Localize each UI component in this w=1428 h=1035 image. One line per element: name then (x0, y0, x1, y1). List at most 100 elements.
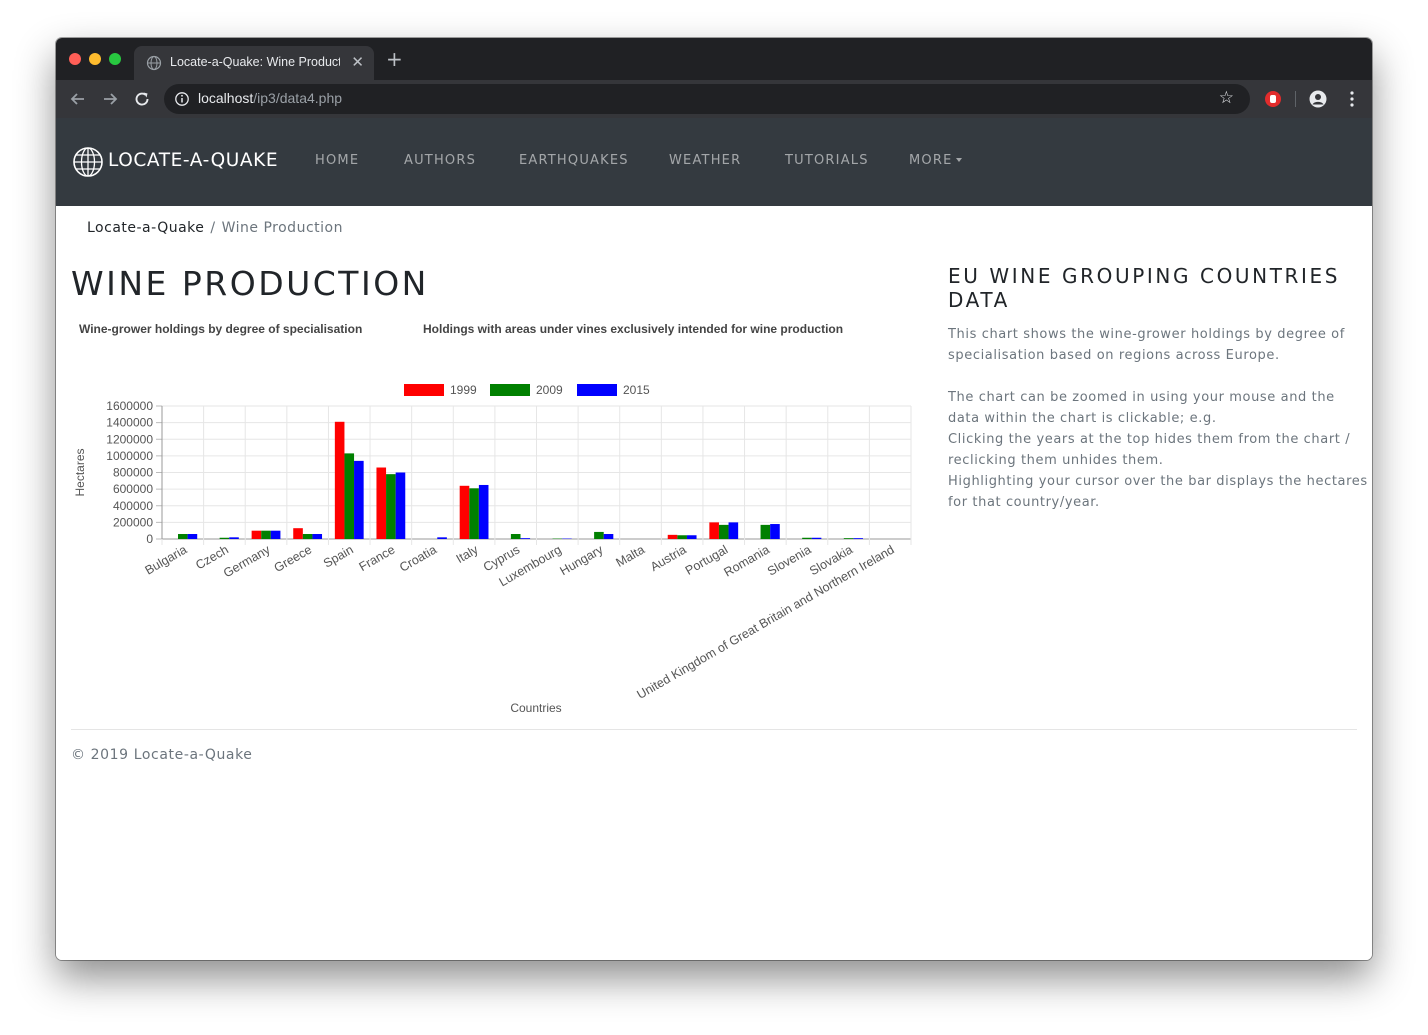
site-navbar: LOCATE-A-QUAKE HOME AUTHORS EARTHQUAKES … (56, 118, 1372, 206)
browser-menu-icon[interactable] (1342, 89, 1362, 109)
chart-bar[interactable] (853, 538, 863, 539)
chart-bar[interactable] (760, 524, 771, 539)
forward-arrow-icon[interactable] (100, 89, 120, 109)
page-title: WINE PRODUCTION (71, 264, 429, 303)
nav-earthquakes[interactable]: EARTHQUAKES (519, 153, 629, 168)
x-tick-label: Spain (321, 542, 356, 570)
breadcrumb-separator: / (210, 220, 216, 236)
wine-production-chart[interactable]: 0 200000 400000 600000 800000 1000000 1200000 1… (72, 346, 916, 718)
x-tick-label: Slovenia (765, 542, 814, 578)
legend-swatch[interactable] (577, 384, 617, 396)
chart-bar[interactable] (334, 421, 345, 539)
y-tick-label: 1200000 (106, 432, 153, 446)
y-tick-label: 1400000 (106, 416, 153, 430)
chart-bar[interactable] (677, 535, 687, 539)
y-tick-label: 600000 (113, 482, 153, 496)
chart-bar[interactable] (686, 535, 697, 539)
brand-name: LOCATE-A-QUAKE (108, 150, 279, 171)
x-tick-label: Croatia (397, 542, 439, 574)
x-tick-label: Portugal (683, 542, 730, 577)
x-tick-label: Austria (648, 542, 689, 574)
tab-title: Locate-a-Quake: Wine Production (170, 55, 340, 69)
x-tick-label: France (357, 542, 398, 574)
nav-weather[interactable]: WEATHER (669, 153, 741, 168)
chart-bar[interactable] (344, 453, 355, 539)
legend-swatch[interactable] (490, 384, 530, 396)
chart-bar[interactable] (312, 534, 323, 539)
page-content: Locate-a-Quake / Wine Production WINE PROD… (56, 206, 1372, 960)
chart-bar[interactable] (718, 524, 729, 539)
chart-bar[interactable] (520, 538, 531, 539)
chart-bar[interactable] (603, 534, 614, 539)
browser-tab[interactable]: Locate-a-Quake: Wine Production ✕ (134, 46, 374, 80)
extension-icon[interactable] (1264, 90, 1282, 108)
legend-label[interactable]: 1999 (450, 383, 477, 397)
url-host: localhost (198, 90, 254, 106)
footer-copyright: © 2019 Locate-a-Quake (71, 747, 253, 763)
y-axis-label: Hectares (73, 448, 87, 496)
chart-bar[interactable] (386, 474, 396, 539)
nav-more-label: MORE (909, 153, 953, 168)
breadcrumb-home-link[interactable]: Locate-a-Quake (87, 220, 204, 236)
y-tick-label: 400000 (113, 499, 153, 513)
back-arrow-icon[interactable] (68, 89, 88, 109)
chart-bar[interactable] (510, 534, 521, 539)
chart-bar[interactable] (270, 530, 281, 539)
chart-subtitle: Holdings with areas under vines exclusiv… (423, 322, 844, 336)
sidebar-title: EU WINE GROUPING COUNTRIES DATA (948, 264, 1341, 312)
nav-tutorials[interactable]: TUTORIALS (785, 153, 869, 168)
chart-bar[interactable] (469, 488, 479, 539)
close-tab-icon[interactable]: ✕ (351, 53, 364, 71)
chart-bar[interactable] (261, 530, 271, 539)
address-bar[interactable]: localhost/ip3/data4.php ☆ (164, 84, 1250, 114)
breadcrumb: Locate-a-Quake / Wine Production (87, 220, 343, 236)
chart-bar[interactable] (178, 534, 188, 539)
chart-bar[interactable] (354, 460, 364, 539)
y-tick-label: 800000 (113, 466, 153, 480)
chart-bar[interactable] (187, 534, 198, 539)
nav-authors[interactable]: AUTHORS (404, 153, 476, 168)
chart-bar[interactable] (811, 537, 822, 539)
bookmark-star-icon[interactable]: ☆ (1219, 88, 1234, 108)
chart-bar[interactable] (709, 522, 719, 539)
chart-bar[interactable] (459, 485, 470, 539)
footer-divider (71, 729, 1357, 730)
chart-bar[interactable] (219, 537, 230, 539)
legend-label[interactable]: 2009 (536, 383, 563, 397)
chart-bar[interactable] (770, 524, 780, 539)
chart-bar[interactable] (667, 534, 678, 539)
chart-bar[interactable] (437, 537, 447, 539)
chart-bar[interactable] (843, 538, 854, 539)
legend-swatch[interactable] (404, 384, 444, 396)
x-tick-label: Greece (272, 542, 315, 575)
chart-bar[interactable] (478, 484, 489, 539)
maximize-window-button[interactable] (109, 53, 121, 65)
chart-bar[interactable] (229, 537, 239, 539)
sidebar-hover-note: Highlighting your cursor over the bar di… (948, 474, 1368, 510)
profile-icon[interactable] (1308, 89, 1328, 109)
chart-bar[interactable] (395, 472, 406, 540)
x-tick-label: Malta (614, 542, 648, 569)
nav-more-dropdown[interactable]: MORE (909, 153, 962, 168)
toolbar-divider (1295, 91, 1296, 107)
x-tick-label: Hungary (557, 542, 606, 578)
browser-toolbar: localhost/ip3/data4.php ☆ (56, 80, 1372, 118)
chart-bar[interactable] (728, 522, 739, 539)
minimize-window-button[interactable] (89, 53, 101, 65)
legend-label[interactable]: 2015 (623, 383, 650, 397)
chart-bar[interactable] (302, 534, 313, 539)
chart-bar[interactable] (376, 467, 387, 539)
new-tab-icon[interactable]: + (386, 49, 403, 69)
nav-home[interactable]: HOME (315, 153, 359, 168)
tab-strip: Locate-a-Quake: Wine Production ✕ + (56, 38, 1372, 80)
chart-bar[interactable] (293, 528, 303, 539)
x-axis-label: Countries (510, 701, 561, 715)
x-tick-label: Germany (221, 542, 273, 580)
chart-bar[interactable] (594, 531, 604, 539)
url-path: /ip3/data4.php (253, 90, 343, 106)
reload-icon[interactable] (132, 89, 152, 109)
chart-bar[interactable] (251, 530, 262, 539)
close-window-button[interactable] (69, 53, 81, 65)
info-icon[interactable] (174, 91, 190, 107)
chart-bar[interactable] (802, 537, 812, 539)
